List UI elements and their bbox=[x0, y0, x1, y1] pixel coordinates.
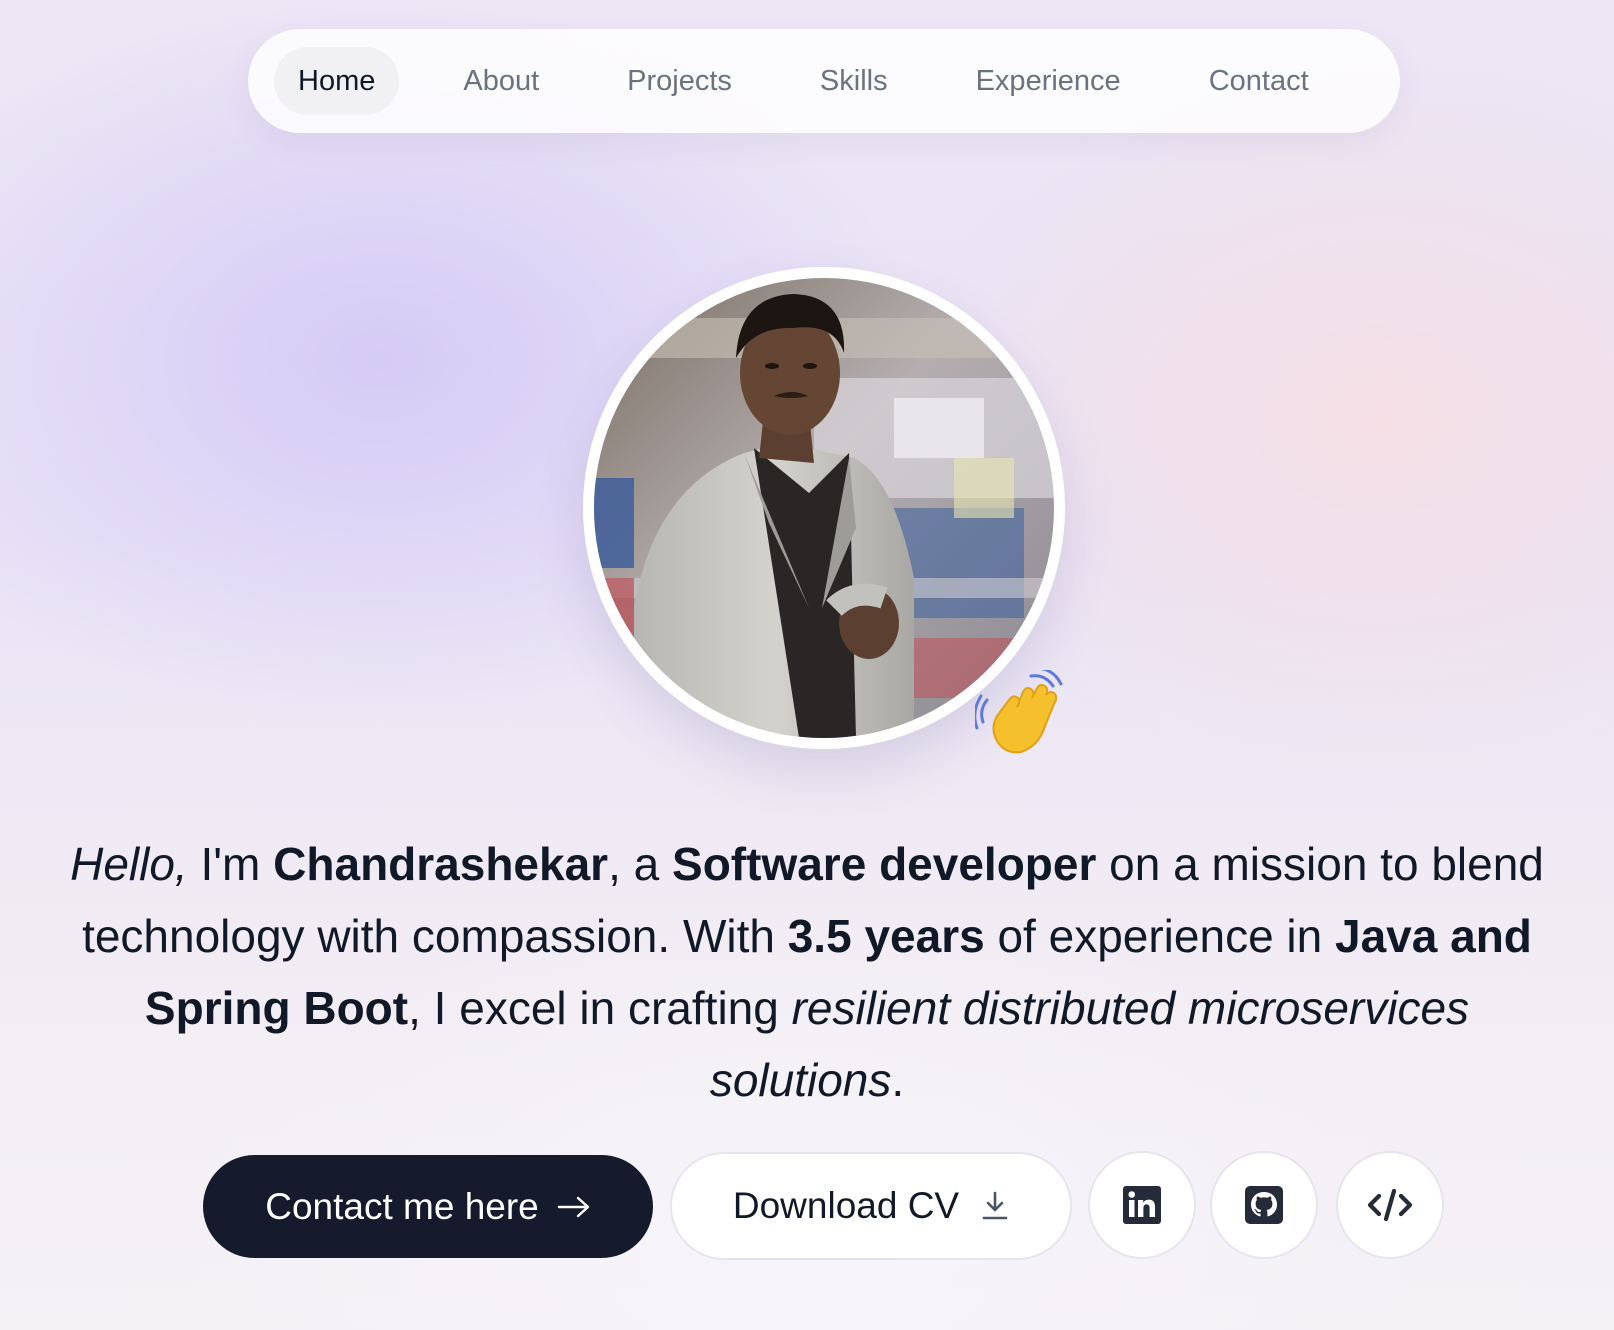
avatar bbox=[594, 278, 1054, 738]
intro-end: . bbox=[891, 1054, 905, 1106]
hero-intro: Hello, I'm Chandrashekar, a Software dev… bbox=[70, 828, 1544, 1116]
github-button[interactable] bbox=[1210, 1151, 1318, 1259]
download-cv-button[interactable]: Download CV bbox=[670, 1152, 1072, 1260]
intro-name: Chandrashekar bbox=[273, 838, 609, 890]
download-cv-label: Download CV bbox=[732, 1185, 960, 1226]
nav-item-about[interactable]: About bbox=[439, 47, 563, 115]
intro-a: , a bbox=[608, 838, 673, 890]
arrow-right-icon bbox=[557, 1196, 589, 1217]
nav-item-experience[interactable]: Experience bbox=[952, 47, 1145, 115]
download-icon bbox=[982, 1191, 1008, 1220]
nav-item-contact[interactable]: Contact bbox=[1185, 47, 1333, 115]
top-navigation: Home About Projects Skills Experience Co… bbox=[248, 29, 1400, 133]
code-icon bbox=[1367, 1188, 1413, 1222]
nav-item-skills[interactable]: Skills bbox=[796, 47, 912, 115]
linkedin-button[interactable] bbox=[1088, 1151, 1196, 1259]
intro-focus: resilient distributed microservices solu… bbox=[709, 982, 1470, 1106]
profile-photo bbox=[594, 278, 1054, 738]
contact-me-button[interactable]: Contact me here bbox=[203, 1155, 653, 1258]
intro-experience-in: of experience in bbox=[984, 910, 1336, 962]
waving-hand-icon bbox=[975, 670, 1063, 754]
intro-im: I'm bbox=[187, 838, 274, 890]
intro-excel: , I excel in crafting bbox=[408, 982, 792, 1034]
intro-role: Software developer bbox=[672, 838, 1097, 890]
intro-hello: Hello, bbox=[70, 838, 188, 890]
nav-item-projects[interactable]: Projects bbox=[603, 47, 756, 115]
code-button[interactable] bbox=[1336, 1151, 1444, 1259]
contact-me-label: Contact me here bbox=[265, 1185, 539, 1227]
nav-item-home[interactable]: Home bbox=[274, 47, 400, 115]
linkedin-icon bbox=[1123, 1186, 1161, 1224]
intro-years: 3.5 years bbox=[787, 910, 985, 962]
github-icon bbox=[1245, 1186, 1283, 1224]
